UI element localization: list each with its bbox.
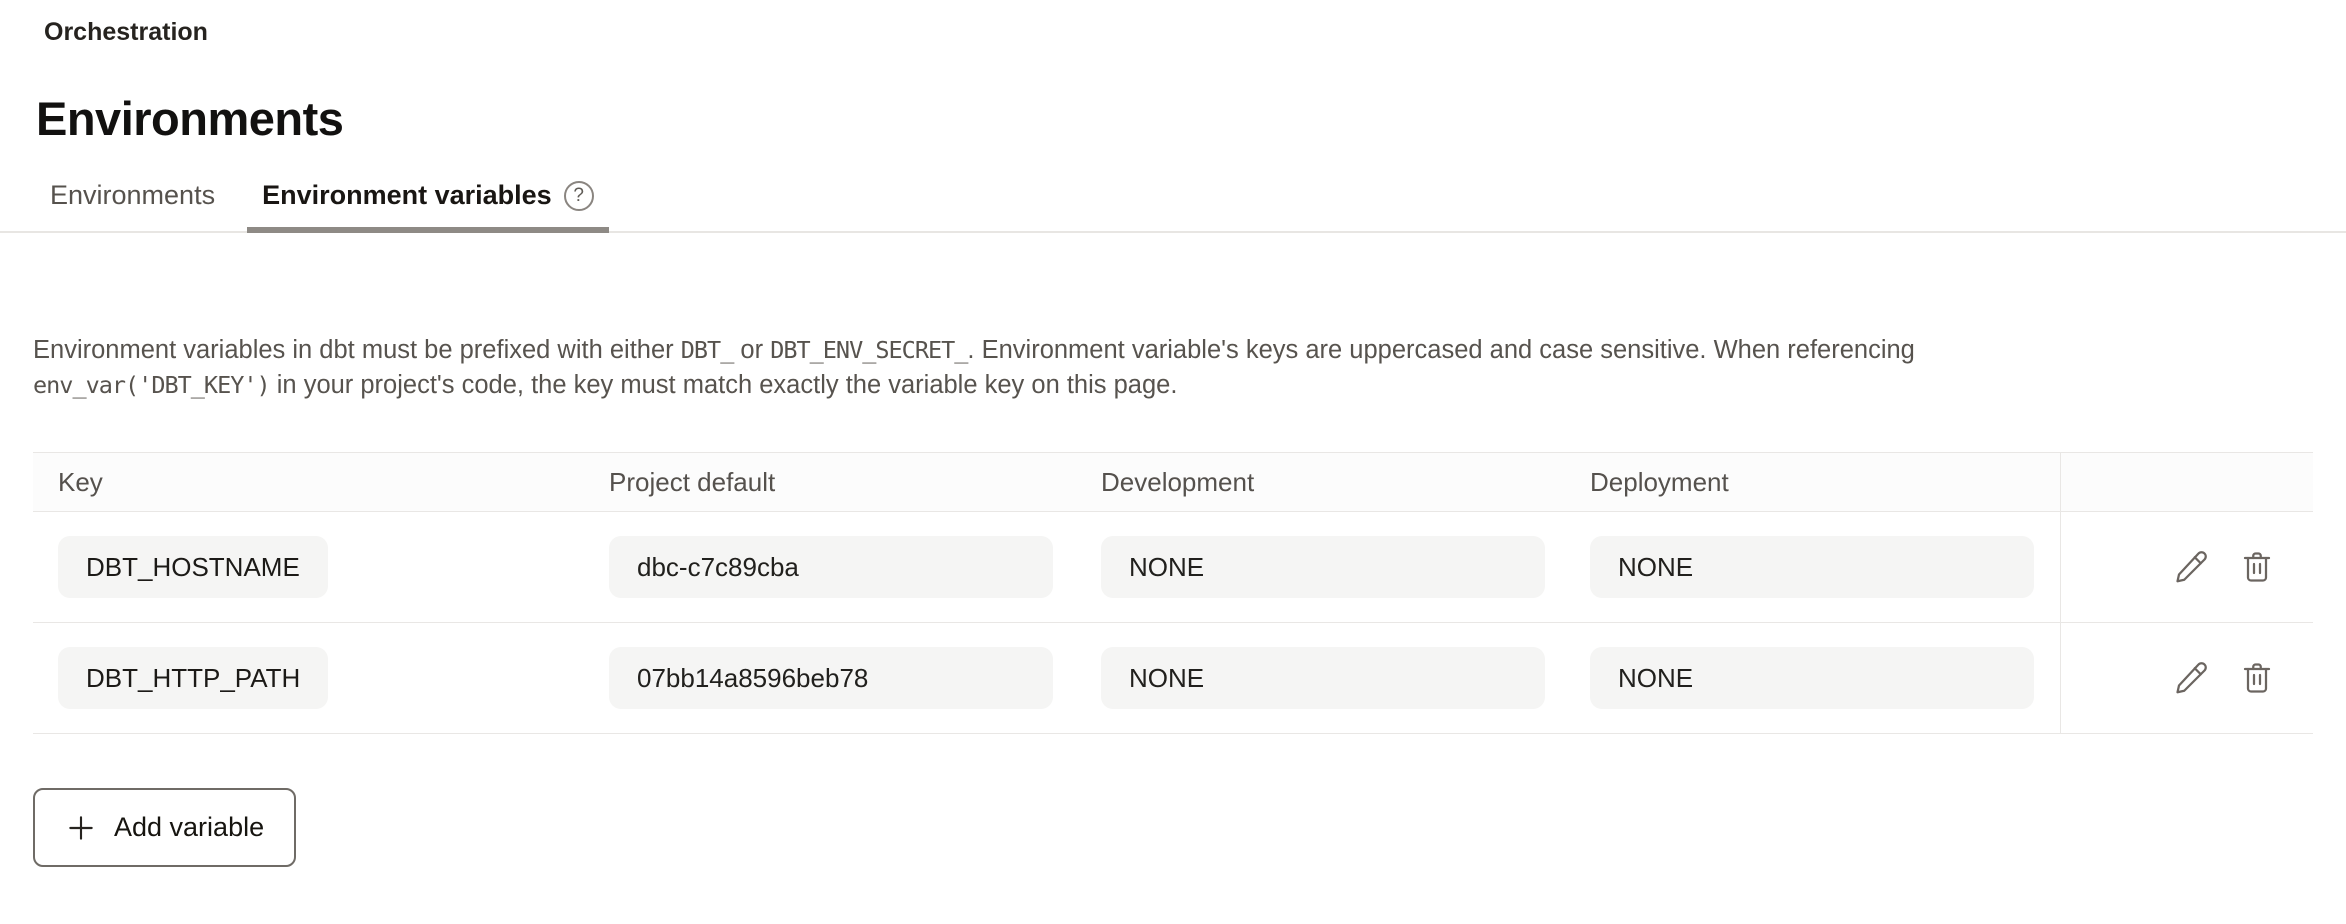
- key-chip: DBT_HOSTNAME: [58, 536, 328, 598]
- breadcrumb[interactable]: Orchestration: [44, 16, 2346, 48]
- table-header: Key Project default Development Deployme…: [33, 452, 2313, 512]
- tab-label: Environment variables: [262, 180, 552, 211]
- pencil-icon[interactable]: [2173, 549, 2209, 585]
- column-header-key: Key: [33, 467, 609, 498]
- table-row: DBT_HOSTNAME dbc-c7c89cba NONE NONE: [33, 512, 2313, 623]
- deployment-value: NONE: [1590, 536, 2034, 598]
- column-header-project-default: Project default: [609, 467, 1101, 498]
- project-default-value: dbc-c7c89cba: [609, 536, 1053, 598]
- development-value: NONE: [1101, 536, 1545, 598]
- development-value: NONE: [1101, 647, 1545, 709]
- column-header-actions: [2060, 453, 2313, 511]
- trash-icon[interactable]: [2239, 549, 2275, 585]
- env-var-table: Key Project default Development Deployme…: [33, 452, 2313, 734]
- pencil-icon[interactable]: [2173, 660, 2209, 696]
- breadcrumb-label[interactable]: Orchestration: [44, 18, 208, 46]
- tab-label: Environments: [50, 180, 215, 211]
- column-header-development: Development: [1101, 467, 1590, 498]
- question-mark-circle-icon[interactable]: ?: [564, 181, 594, 211]
- row-actions: [2060, 623, 2313, 733]
- tab-bar: Environments Environment variables ?: [0, 174, 2346, 233]
- table-row: DBT_HTTP_PATH 07bb14a8596beb78 NONE NONE: [33, 623, 2313, 734]
- plus-icon: [65, 812, 97, 844]
- key-chip: DBT_HTTP_PATH: [58, 647, 328, 709]
- page-title: Environments: [36, 92, 2346, 146]
- tab-environment-variables[interactable]: Environment variables ?: [247, 174, 609, 233]
- environments-page: Orchestration Environments Environments …: [0, 16, 2346, 867]
- add-variable-button[interactable]: Add variable: [33, 788, 296, 867]
- row-actions: [2060, 512, 2313, 622]
- project-default-value: 07bb14a8596beb78: [609, 647, 1053, 709]
- column-header-deployment: Deployment: [1590, 467, 2060, 498]
- add-variable-label: Add variable: [114, 812, 264, 843]
- table-body: DBT_HOSTNAME dbc-c7c89cba NONE NONE: [33, 512, 2313, 734]
- deployment-value: NONE: [1590, 647, 2034, 709]
- trash-icon[interactable]: [2239, 660, 2275, 696]
- tab-environments[interactable]: Environments: [35, 174, 230, 233]
- description: Environment variables in dbt must be pre…: [33, 333, 2253, 403]
